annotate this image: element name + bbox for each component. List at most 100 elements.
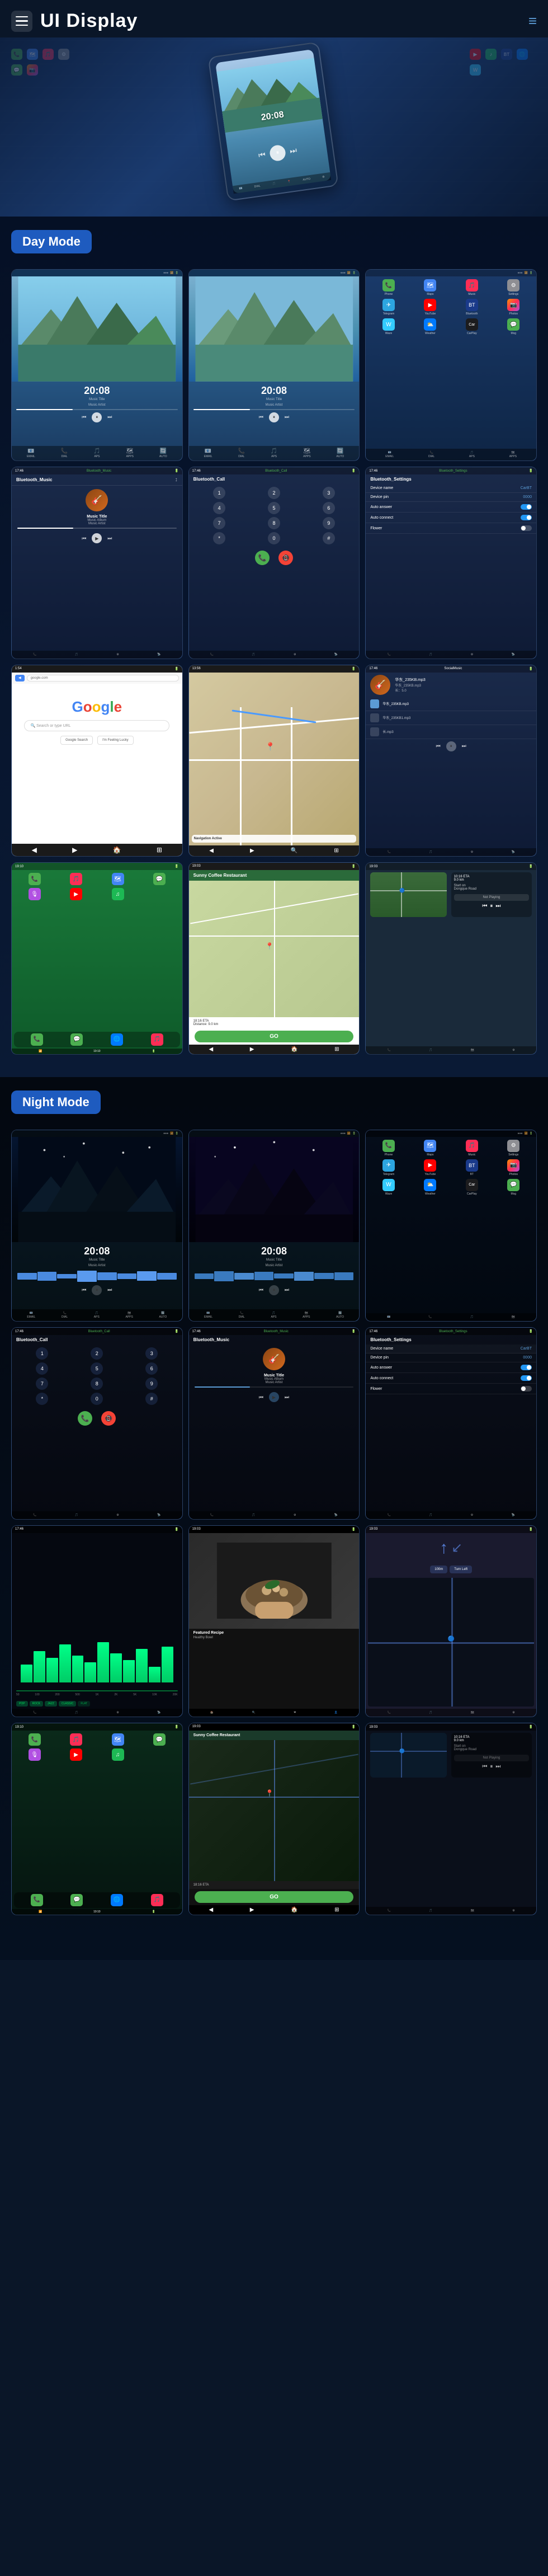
next-btn-2[interactable]: ⏭ [284, 414, 290, 421]
night-flower-toggle[interactable] [521, 1386, 532, 1392]
auto-connect-toggle[interactable] [521, 515, 532, 520]
day-screen-ios-home: 19:10 🔋 📞 🎵 🗺 💬 [11, 862, 183, 1054]
night-app-maps[interactable]: 🗺 Maps [411, 1140, 450, 1157]
night-call-decline-btn[interactable]: 📵 [101, 1411, 116, 1426]
app-maps-ios[interactable]: 🗺 [98, 873, 137, 885]
night-screen-food: 19:03🔋 [188, 1525, 360, 1717]
list-item[interactable]: 华东_235KB1.mp3 [366, 711, 536, 725]
auto-answer-toggle[interactable] [521, 504, 532, 510]
app-settings[interactable]: ⚙ Settings [494, 279, 533, 296]
next-btn[interactable]: ⏭ [106, 414, 113, 421]
flower-toggle[interactable] [521, 525, 532, 531]
night-screen-ios-home: 19:10🔋 📞 🎵 🗺 💬 🎙 [11, 1723, 183, 1915]
night-screen-bt-call: 17:46 Bluetooth_Call 🔋 Bluetooth_Call 1 … [11, 1327, 183, 1519]
night-auto-answer-toggle[interactable] [521, 1365, 532, 1370]
google-search-btn[interactable]: Google Search [60, 736, 93, 745]
day-screen-music1: ●●●📶🔋 [11, 269, 183, 461]
list-item[interactable]: 长.mp3 [366, 725, 536, 739]
dock-music[interactable]: 🎵 [151, 1033, 163, 1046]
app-youtube[interactable]: ▶ YouTube [411, 299, 450, 316]
night-ios-spotify[interactable]: ♫ [98, 1748, 137, 1761]
app-messages[interactable]: 💬 Msg [494, 318, 533, 335]
night-app-youtube[interactable]: ▶ YouTube [411, 1159, 450, 1176]
day-screen-bt-settings: 17:46 Bluetooth_Settings 🔋 Bluetooth_Set… [365, 467, 537, 659]
app-phone-ios[interactable]: 📞 [15, 873, 54, 885]
music-bg-art-2 [189, 276, 360, 382]
night-mode-section: Night Mode ●●●📶🔋 [0, 1077, 548, 1960]
app-messages-ios[interactable]: 💬 [140, 873, 178, 885]
header-left: UI Display [11, 10, 138, 32]
day-screen-bt-call: 17:46 Bluetooth_Call 🔋 Bluetooth_Call 1 … [188, 467, 360, 659]
play-btn[interactable]: ⏸ [92, 412, 102, 422]
call-accept-btn[interactable]: 📞 [255, 551, 270, 565]
night-dock-safari[interactable]: 🌐 [111, 1894, 123, 1906]
night-app-telegram[interactable]: ✈ Telegram [369, 1159, 408, 1176]
app-maps[interactable]: 🗺 Maps [411, 279, 450, 296]
app-carplay[interactable]: Car CarPlay [452, 318, 491, 335]
night-app-carplay[interactable]: Car CarPlay [452, 1179, 491, 1196]
night-go-btn[interactable]: GO [195, 1891, 354, 1903]
night-ios-youtube[interactable]: ▶ [56, 1748, 95, 1761]
dock-messages[interactable]: 💬 [70, 1033, 83, 1046]
night-app-messages[interactable]: 💬 Msg [494, 1179, 533, 1196]
night-ios-music[interactable]: 🎵 [56, 1733, 95, 1746]
hero-area: 📞 🗺 🎵 ⚙ 💬 📷 ▶ ♪ BT 🌐 W [0, 37, 548, 217]
night-screen-nav-turn: 19:03🔋 ↑ ↙ 100m Turn Left 🔵 [365, 1525, 537, 1717]
night-app-phone[interactable]: 📞 Phone [369, 1140, 408, 1157]
night-dock-phone[interactable]: 📞 [31, 1894, 43, 1906]
night-screen-home: ●●●📶🔋 📞 Phone 🗺 Maps 🎵 Music [365, 1130, 537, 1322]
app-weather[interactable]: ⛅ Weather [411, 318, 450, 335]
night-screen-bt-music: 17:46 Bluetooth_Music 🔋 Bluetooth_Music … [188, 1327, 360, 1519]
menu-button[interactable] [11, 11, 32, 32]
app-telegram[interactable]: ✈ Telegram [369, 299, 408, 316]
call-decline-btn[interactable]: 📵 [278, 551, 293, 565]
app-podcast-ios[interactable]: 🎙 [15, 888, 54, 900]
night-app-waze[interactable]: W Waze [369, 1179, 408, 1196]
go-btn[interactable]: GO [195, 1031, 354, 1042]
night-app-weather[interactable]: ⛅ Weather [411, 1179, 450, 1196]
music-bg-art [12, 276, 182, 382]
app-photos[interactable]: 📷 Photos [494, 299, 533, 316]
night-dock-music[interactable]: 🎵 [151, 1894, 163, 1906]
night-auto-connect-toggle[interactable] [521, 1375, 532, 1381]
prev-btn-2[interactable]: ⏮ [258, 414, 264, 421]
night-ios-maps[interactable]: 🗺 [98, 1733, 137, 1746]
day-screen-music2: ●●●📶🔋 20:08 Music Title Music Artist [188, 269, 360, 461]
dock-phone[interactable]: 📞 [31, 1033, 43, 1046]
night-mode-grid: ●●●📶🔋 [0, 1130, 548, 1926]
google-search-input[interactable]: 🔍 Search or type URL [24, 720, 169, 731]
day-screen-home: ●●●📶🔋 📞 Phone 🗺 Maps 🎵 Music [365, 269, 537, 461]
app-youtube-ios[interactable]: ▶ [56, 888, 95, 900]
night-app-music[interactable]: 🎵 Music [452, 1140, 491, 1157]
day-screen-google: 1:54🔋 ◀ google.com Google 🔍 Search or ty… [11, 665, 183, 857]
night-app-settings[interactable]: ⚙ Settings [494, 1140, 533, 1157]
play-btn-2[interactable]: ⏸ [269, 412, 279, 422]
dock-safari[interactable]: 🌐 [111, 1033, 123, 1046]
day-mode-grid: ●●●📶🔋 [0, 269, 548, 1066]
list-item[interactable]: 华东_235KB.mp3 [366, 697, 536, 711]
night-dock-messages[interactable]: 💬 [70, 1894, 83, 1906]
night-ios-messages[interactable]: 💬 [140, 1733, 178, 1746]
app-phone[interactable]: 📞 Phone [369, 279, 408, 296]
day-mode-section: Day Mode ●●●📶🔋 [0, 217, 548, 1077]
night-mode-label: Night Mode [11, 1090, 101, 1114]
night-screen-music2: ●●●📶🔋 20:08 [188, 1130, 360, 1322]
app-spotify-ios[interactable]: ♫ [98, 888, 137, 900]
app-music[interactable]: 🎵 Music [452, 279, 491, 296]
app-bt[interactable]: BT Bluetooth [452, 299, 491, 316]
prev-btn[interactable]: ⏮ [81, 414, 87, 421]
app-music-ios[interactable]: 🎵 [56, 873, 95, 885]
day-screen-bt-music: 17:46 Bluetooth_Music 🔋 Bluetooth_Music … [11, 467, 183, 659]
night-ios-phone[interactable]: 📞 [15, 1733, 54, 1746]
nav-icon[interactable]: ≡ [528, 12, 537, 30]
night-app-bt[interactable]: BT BT [452, 1159, 491, 1176]
night-ios-podcast[interactable]: 🎙 [15, 1748, 54, 1761]
page-title: UI Display [40, 10, 138, 32]
night-screen-music1: ●●●📶🔋 [11, 1130, 183, 1322]
night-screen-restaurant: 19:03🔋 Sunny Coffee Restaurant 📍 18:16 E… [188, 1723, 360, 1915]
app-waze[interactable]: W Waze [369, 318, 408, 335]
night-app-photos[interactable]: 📷 Photos [494, 1159, 533, 1176]
im-feeling-lucky-btn[interactable]: I'm Feeling Lucky [97, 736, 134, 745]
night-screen-eq: 17:46🔋 [11, 1525, 183, 1717]
night-call-accept-btn[interactable]: 📞 [78, 1411, 92, 1426]
